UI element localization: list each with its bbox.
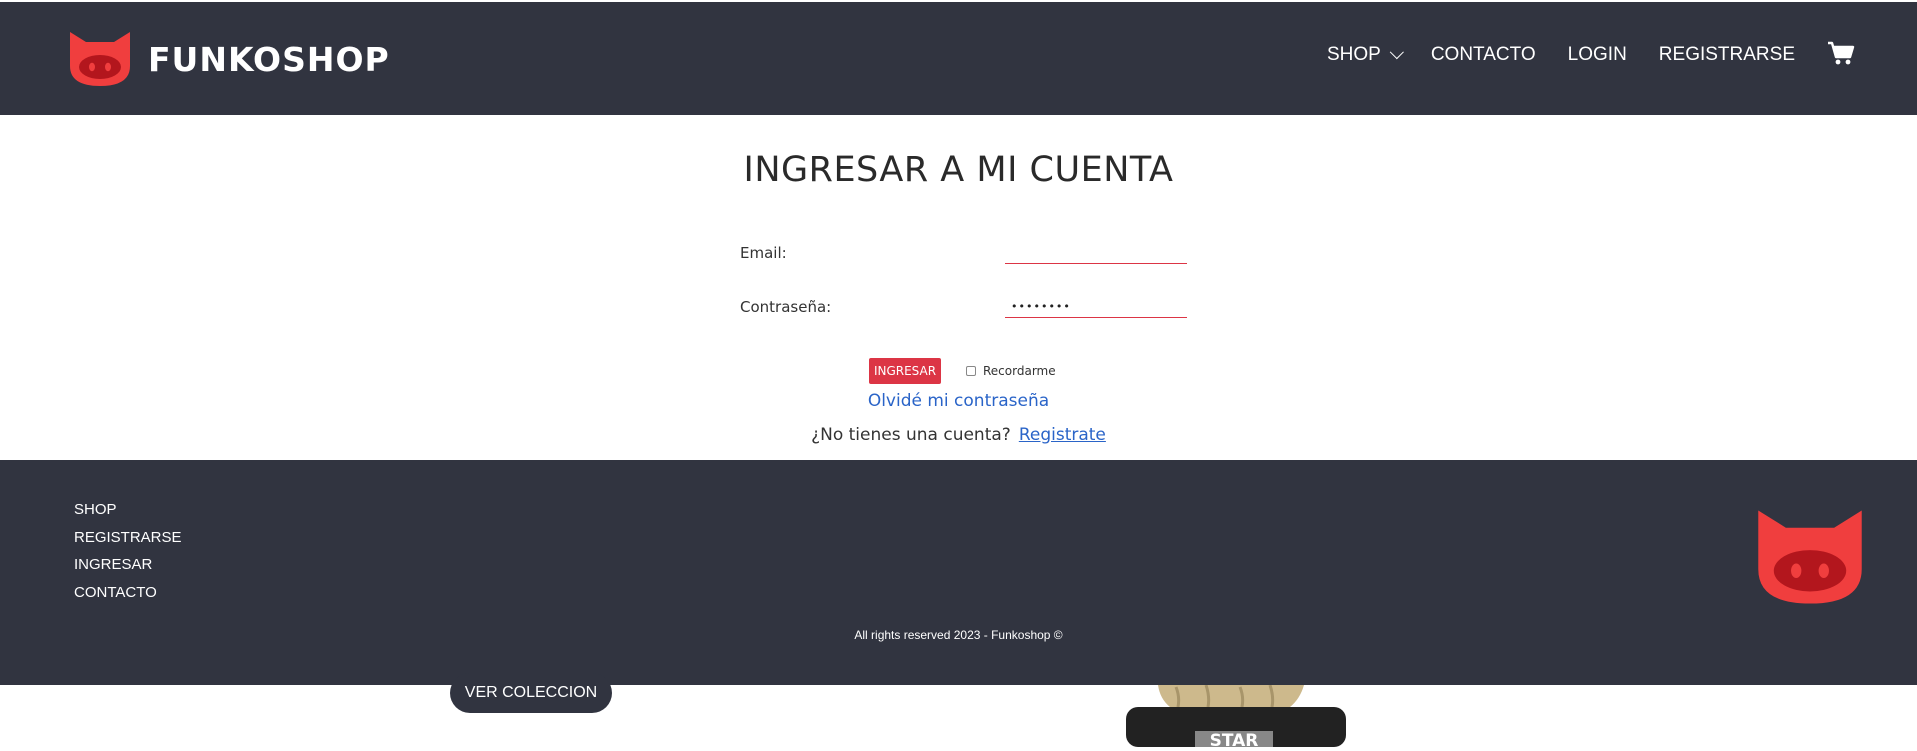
nav-registrarse[interactable]: REGISTRARSE bbox=[1659, 44, 1795, 66]
nav-shop-label: SHOP bbox=[1326, 44, 1381, 65]
email-field[interactable] bbox=[1005, 242, 1187, 264]
ver-coleccion-button[interactable]: VER COLECCION bbox=[450, 673, 612, 713]
nav-login[interactable]: LOGIN bbox=[1568, 44, 1627, 66]
cart-icon[interactable] bbox=[1827, 40, 1855, 70]
page-title: INGRESAR A MI CUENTA bbox=[743, 150, 1174, 190]
footer-link-registrarse[interactable]: REGISTRARSE bbox=[74, 524, 182, 552]
email-label: Email: bbox=[740, 244, 787, 262]
product-figure-image: STAR bbox=[1120, 684, 1350, 751]
figure-label: STAR bbox=[1210, 731, 1259, 747]
cat-logo-icon bbox=[66, 30, 134, 88]
remember-label: Recordarme bbox=[983, 364, 1056, 378]
forgot-password-link[interactable]: Olvidé mi contraseña bbox=[0, 391, 1917, 411]
remember-checkbox[interactable] bbox=[966, 366, 976, 376]
footer-link-shop[interactable]: SHOP bbox=[74, 496, 182, 524]
footer-cat-logo-icon bbox=[1750, 507, 1870, 611]
chevron-down-icon bbox=[1389, 45, 1404, 60]
register-link[interactable]: Registrate bbox=[1019, 425, 1106, 445]
nav-contacto[interactable]: CONTACTO bbox=[1431, 44, 1536, 66]
site-header: FUNKOSHOP SHOP CONTACTO LOGIN REGISTRARS… bbox=[0, 2, 1917, 115]
brand-name: FUNKOSHOP bbox=[148, 39, 390, 79]
remember-me[interactable]: Recordarme bbox=[966, 364, 1056, 378]
footer-links: SHOP REGISTRARSE INGRESAR CONTACTO bbox=[74, 496, 182, 606]
footer-link-contacto[interactable]: CONTACTO bbox=[74, 579, 182, 607]
ingresar-button[interactable]: INGRESAR bbox=[869, 358, 941, 384]
password-field[interactable]: •••••••• bbox=[1005, 296, 1187, 318]
footer-link-ingresar[interactable]: INGRESAR bbox=[74, 551, 182, 579]
no-account-text: ¿No tienes una cuenta? bbox=[811, 425, 1011, 445]
brand-logo[interactable]: FUNKOSHOP bbox=[66, 30, 390, 88]
main-nav: SHOP CONTACTO LOGIN REGISTRARSE bbox=[1327, 40, 1855, 70]
site-footer: SHOP REGISTRARSE INGRESAR CONTACTO All r… bbox=[0, 460, 1917, 685]
password-label: Contraseña: bbox=[740, 298, 832, 316]
copyright: All rights reserved 2023 - Funkoshop © bbox=[854, 628, 1063, 642]
no-account-line: ¿No tienes una cuenta? Registrate bbox=[0, 425, 1917, 445]
nav-shop[interactable]: SHOP bbox=[1326, 44, 1404, 66]
